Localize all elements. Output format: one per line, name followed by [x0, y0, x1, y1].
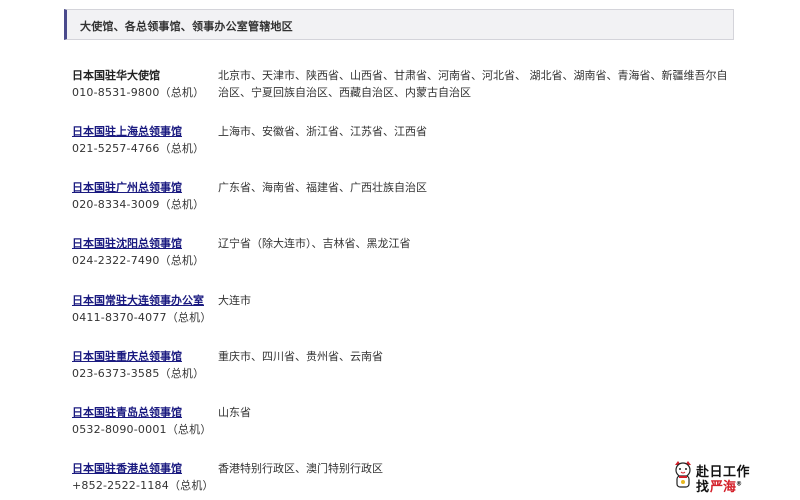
office-name-link[interactable]: 日本国驻重庆总领事馆: [72, 348, 182, 364]
office-phone: 010-8531-9800（总机）: [72, 86, 205, 99]
office-region: 山东省: [218, 406, 251, 419]
office-name-link[interactable]: 日本国驻上海总领事馆: [72, 123, 182, 139]
office-name-link[interactable]: 日本国驻青岛总领事馆: [72, 404, 182, 420]
office-phone: 0411-8370-4077（总机）: [72, 311, 212, 324]
office-row: 日本国驻重庆总领事馆 023-6373-3585（总机） 重庆市、四川省、贵州省…: [72, 348, 752, 388]
office-region: 北京市、天津市、陕西省、山西省、甘肃省、河南省、河北省、 湖北省、湖南省、青海省…: [218, 69, 728, 99]
office-phone: 023-6373-3585（总机）: [72, 367, 205, 380]
office-phone: 0532-8090-0001（总机）: [72, 423, 212, 436]
office-row: 日本国驻华大使馆 010-8531-9800（总机） 北京市、天津市、陕西省、山…: [72, 67, 752, 107]
office-region: 大连市: [218, 294, 251, 307]
office-row: 日本国驻青岛总领事馆 0532-8090-0001（总机） 山东省: [72, 404, 752, 444]
office-region: 上海市、安徽省、浙江省、江苏省、江西省: [218, 125, 427, 138]
brand-logo: 赴日工作 找 严海®: [672, 458, 756, 495]
office-phone: 021-5257-4766（总机）: [72, 142, 205, 155]
office-region: 广东省、海南省、福建省、广西壮族自治区: [218, 181, 427, 194]
office-name-link[interactable]: 日本国驻沈阳总领事馆: [72, 235, 182, 251]
office-row: 日本国驻香港总领事馆 +852-2522-1184（总机） 香港特别行政区、澳门…: [72, 460, 752, 500]
office-row: 日本国驻沈阳总领事馆 024-2322-7490（总机） 辽宁省（除大连市）、吉…: [72, 235, 752, 275]
office-name-link[interactable]: 日本国驻香港总领事馆: [72, 460, 182, 476]
logo-line2b-text: 严海: [710, 480, 737, 495]
office-name: 日本国驻华大使馆: [72, 69, 160, 82]
logo-line2a: 找: [696, 480, 710, 495]
maneki-neko-icon: [675, 461, 691, 488]
section-header: 大使馆、各总领事馆、领事办公室管辖地区: [64, 9, 734, 40]
office-region: 香港特别行政区、澳门特别行政区: [218, 462, 383, 475]
logo-line2b: 严海®: [710, 476, 742, 495]
office-row: 日本国驻上海总领事馆 021-5257-4766（总机） 上海市、安徽省、浙江省…: [72, 123, 752, 163]
section-title: 大使馆、各总领事馆、领事办公室管辖地区: [80, 20, 293, 33]
office-phone: +852-2522-1184（总机）: [72, 479, 214, 492]
office-phone: 020-8334-3009（总机）: [72, 198, 205, 211]
office-name-link[interactable]: 日本国驻广州总领事馆: [72, 179, 182, 195]
office-region: 重庆市、四川省、贵州省、云南省: [218, 350, 383, 363]
office-region: 辽宁省（除大连市）、吉林省、黑龙江省: [218, 237, 411, 250]
registered-mark: ®: [736, 480, 743, 488]
office-row: 日本国常驻大连领事办公室 0411-8370-4077（总机） 大连市: [72, 292, 752, 332]
office-name-link[interactable]: 日本国常驻大连领事办公室: [72, 292, 204, 308]
office-phone: 024-2322-7490（总机）: [72, 254, 205, 267]
office-row: 日本国驻广州总领事馆 020-8334-3009（总机） 广东省、海南省、福建省…: [72, 179, 752, 219]
